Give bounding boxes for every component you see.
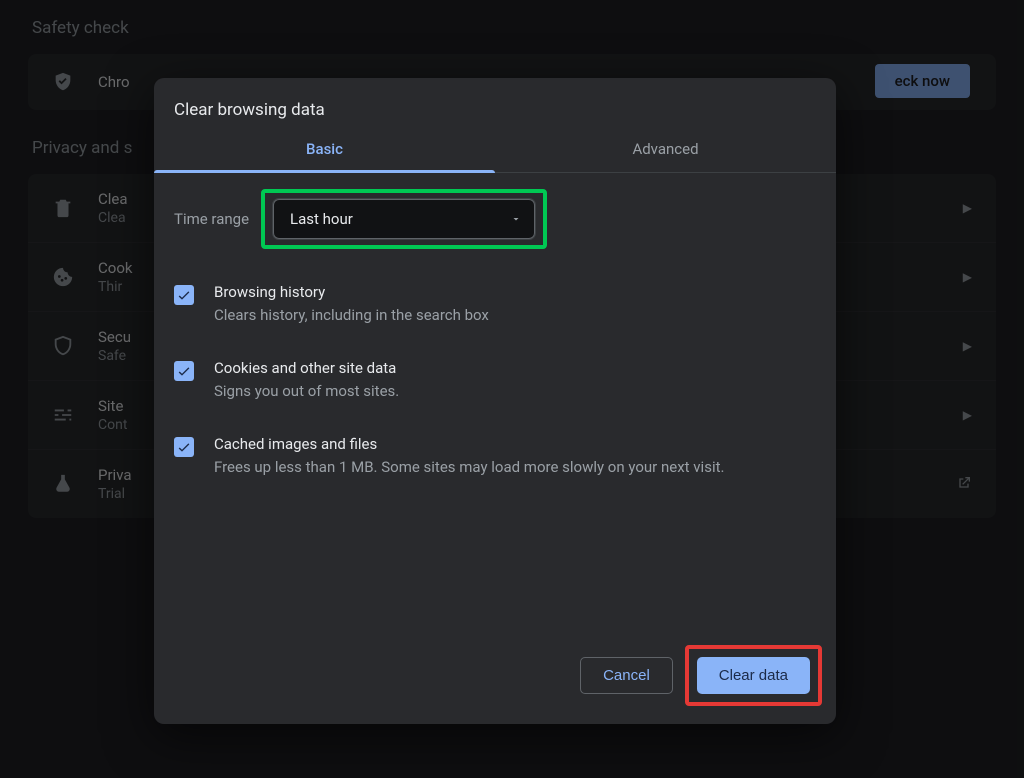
caret-down-icon (510, 213, 522, 225)
chevron-right-icon: ▶ (963, 408, 972, 422)
dialog-footer: Cancel Clear data (154, 631, 836, 724)
clear-browsing-data-dialog: Clear browsing data Basic Advanced Time … (154, 78, 836, 724)
open-external-icon (956, 475, 972, 494)
time-range-value: Last hour (290, 210, 353, 228)
annotation-highlight-red: Clear data (685, 645, 822, 706)
dialog-body: Time range Last hour Browsing history Cl… (154, 173, 836, 631)
option-cached: Cached images and files Frees up less th… (174, 425, 816, 501)
option-desc: Frees up less than 1 MB. Some sites may … (214, 457, 724, 479)
option-title: Browsing history (214, 283, 489, 301)
shield-check-icon (52, 71, 74, 93)
safety-check-heading: Safety check (32, 18, 996, 38)
time-range-label: Time range (174, 210, 249, 228)
cookie-icon (52, 266, 74, 288)
option-title: Cached images and files (214, 435, 724, 453)
checkbox-cookies[interactable] (174, 361, 194, 381)
dialog-title: Clear browsing data (174, 100, 810, 120)
chevron-right-icon: ▶ (963, 270, 972, 284)
time-range-select[interactable]: Last hour (273, 199, 535, 239)
flask-icon (52, 473, 74, 495)
option-cookies: Cookies and other site data Signs you ou… (174, 349, 816, 425)
annotation-highlight-green: Last hour (261, 189, 547, 249)
tab-advanced[interactable]: Advanced (495, 128, 836, 172)
option-desc: Clears history, including in the search … (214, 305, 489, 327)
option-desc: Signs you out of most sites. (214, 381, 399, 403)
checkbox-browsing-history[interactable] (174, 285, 194, 305)
dialog-header: Clear browsing data (154, 78, 836, 128)
sliders-icon (52, 404, 74, 426)
tab-basic[interactable]: Basic (154, 128, 495, 172)
time-range-row: Time range Last hour (174, 189, 816, 249)
check-now-button[interactable]: eck now (875, 64, 970, 98)
option-browsing-history: Browsing history Clears history, includi… (174, 273, 816, 349)
chevron-right-icon: ▶ (963, 201, 972, 215)
trash-icon (52, 197, 74, 219)
cancel-button[interactable]: Cancel (580, 657, 673, 694)
clear-data-button[interactable]: Clear data (697, 657, 810, 694)
checkbox-cached[interactable] (174, 437, 194, 457)
shield-icon (52, 335, 74, 357)
dialog-tabs: Basic Advanced (154, 128, 836, 173)
option-title: Cookies and other site data (214, 359, 399, 377)
chevron-right-icon: ▶ (963, 339, 972, 353)
